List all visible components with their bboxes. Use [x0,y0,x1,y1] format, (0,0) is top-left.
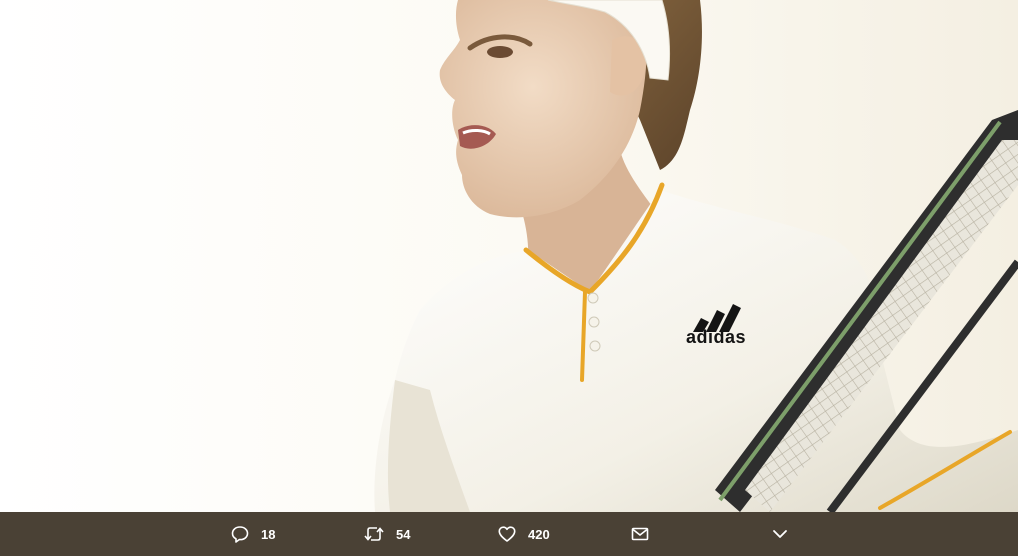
like-button[interactable]: 420 [498,512,550,556]
like-count: 420 [528,526,550,542]
reply-count: 18 [261,526,276,542]
reply-icon [231,526,249,543]
adidas-logo: adidas [679,302,753,348]
adidas-logo-text: adidas [685,327,747,347]
tweet-action-bar: 18 54 420 [0,512,1018,556]
envelope-icon [631,527,649,541]
photo-illustration [374,0,1018,512]
retweet-icon [364,527,384,541]
chevron-down-icon [773,530,787,538]
retweet-count: 54 [396,526,411,542]
eye [487,46,513,58]
reply-button[interactable]: 18 [231,512,275,556]
more-options-button[interactable] [771,512,789,556]
media-image[interactable]: adidas [0,0,1018,512]
media-viewer: adidas 18 54 420 [0,0,1018,556]
heart-icon [498,526,516,542]
direct-message-button[interactable] [631,512,649,556]
retweet-button[interactable]: 54 [364,512,410,556]
